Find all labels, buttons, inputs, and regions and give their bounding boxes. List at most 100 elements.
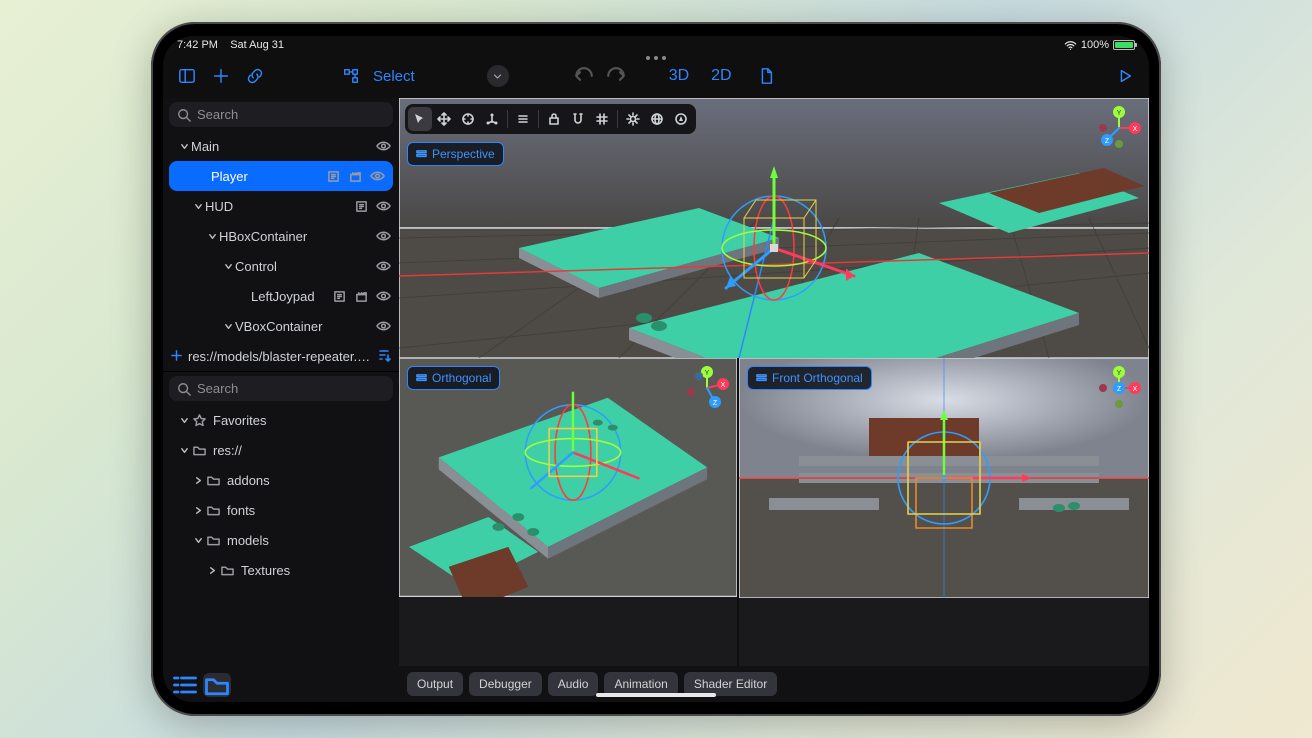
tree-item[interactable]: LeftJoypad <box>163 281 399 311</box>
chevron-down-icon[interactable] <box>177 416 191 425</box>
clapper-icon[interactable] <box>353 288 369 304</box>
viewport-bottom-right[interactable]: Front Orthogonal Y X Z <box>739 358 1149 666</box>
view-label-orthogonal[interactable]: Orthogonal <box>407 366 500 390</box>
search-placeholder: Search <box>197 381 238 396</box>
chevron-right-icon[interactable] <box>191 476 205 485</box>
fs-item[interactable]: models <box>163 525 399 555</box>
fs-item-label: res:// <box>213 443 391 458</box>
tree-item[interactable]: HBoxContainer <box>163 221 399 251</box>
eye-icon[interactable] <box>375 288 391 304</box>
eye-icon[interactable] <box>375 228 391 244</box>
script-icon[interactable] <box>331 288 347 304</box>
battery-icon <box>1113 40 1135 50</box>
globe-tool[interactable] <box>645 107 669 131</box>
home-indicator[interactable] <box>596 693 716 697</box>
redo-icon[interactable] <box>603 63 629 89</box>
undo-icon[interactable] <box>571 63 597 89</box>
mode-dropdown-icon[interactable] <box>487 65 509 87</box>
clapper-icon[interactable] <box>347 168 363 184</box>
viewport-bottom-left[interactable]: Orthogonal Y X Z <box>399 358 739 666</box>
folder-icon <box>191 442 207 458</box>
status-date: Sat Aug 31 <box>230 39 284 51</box>
lock-tool[interactable] <box>542 107 566 131</box>
tree-item[interactable]: Main <box>163 131 399 161</box>
cursor-tool[interactable] <box>408 107 432 131</box>
scale-tool[interactable] <box>480 107 504 131</box>
chevron-down-icon[interactable] <box>177 446 191 455</box>
fs-item[interactable]: Favorites <box>163 405 399 435</box>
folder-view-tab[interactable] <box>203 673 231 697</box>
list-tool[interactable] <box>511 107 535 131</box>
scene-render <box>399 98 1149 358</box>
axis-gizmo[interactable]: Y X Z <box>1097 106 1141 150</box>
scene-search-input[interactable]: Search <box>169 102 393 127</box>
multitask-dots[interactable] <box>646 56 666 60</box>
script-icon[interactable] <box>353 198 369 214</box>
tree-item[interactable]: HUD <box>163 191 399 221</box>
chevron-down-icon[interactable] <box>221 262 235 271</box>
axis-gizmo[interactable]: Y X Z <box>1097 366 1141 410</box>
resource-path-row[interactable]: res://models/blaster-repeater.… <box>163 341 399 371</box>
screen: 7:42 PM Sat Aug 31 100% Select <box>163 36 1149 702</box>
scene-render <box>739 358 1149 598</box>
mode-3d-button[interactable]: 3D <box>661 67 697 85</box>
view-label-perspective[interactable]: Perspective <box>407 142 504 166</box>
chevron-down-icon[interactable] <box>205 232 219 241</box>
fs-item[interactable]: res:// <box>163 435 399 465</box>
gear-tool[interactable] <box>669 107 693 131</box>
svg-text:X: X <box>721 382 726 389</box>
eye-icon[interactable] <box>375 318 391 334</box>
view-label-front-orthogonal[interactable]: Front Orthogonal <box>747 366 872 390</box>
play-icon[interactable] <box>1111 62 1139 90</box>
svg-text:X: X <box>1133 386 1138 393</box>
hierarchy-icon[interactable] <box>337 62 365 90</box>
folder-icon <box>219 562 235 578</box>
sort-icon[interactable] <box>377 348 391 365</box>
rotate-tool[interactable] <box>456 107 480 131</box>
chevron-right-icon[interactable] <box>191 506 205 515</box>
move-tool[interactable] <box>432 107 456 131</box>
axis-gizmo[interactable]: Y X Z <box>685 366 729 410</box>
tree-item[interactable]: Control <box>163 251 399 281</box>
fs-item[interactable]: fonts <box>163 495 399 525</box>
tree-item[interactable]: VBoxContainer <box>163 311 399 341</box>
svg-text:Z: Z <box>713 400 718 407</box>
status-time: 7:42 PM <box>177 39 218 51</box>
eye-icon[interactable] <box>375 258 391 274</box>
bottom-tab[interactable]: Audio <box>548 672 599 696</box>
viewport-top[interactable]: Perspective Y X Z <box>399 98 1149 358</box>
eye-icon[interactable] <box>369 168 385 184</box>
add-icon[interactable] <box>207 62 235 90</box>
chevron-down-icon[interactable] <box>221 322 235 331</box>
document-icon[interactable] <box>752 62 780 90</box>
bottom-tab[interactable]: Debugger <box>469 672 542 696</box>
chevron-down-icon[interactable] <box>177 142 191 151</box>
eye-icon[interactable] <box>375 138 391 154</box>
bottom-tab[interactable]: Output <box>407 672 463 696</box>
link-icon[interactable] <box>241 62 269 90</box>
fs-item[interactable]: Textures <box>163 555 399 585</box>
svg-text:Z: Z <box>1117 386 1122 393</box>
script-icon[interactable] <box>325 168 341 184</box>
snap-tool[interactable] <box>566 107 590 131</box>
panel-toggle-icon[interactable] <box>173 62 201 90</box>
fs-item[interactable]: addons <box>163 465 399 495</box>
star-icon <box>191 412 207 428</box>
chevron-down-icon[interactable] <box>191 202 205 211</box>
mode-2d-button[interactable]: 2D <box>703 67 739 85</box>
list-view-tab[interactable] <box>171 673 199 697</box>
sun-tool[interactable] <box>621 107 645 131</box>
select-mode-button[interactable]: Select <box>371 68 415 85</box>
chevron-right-icon[interactable] <box>205 566 219 575</box>
tree-item-label: HBoxContainer <box>219 229 375 244</box>
grid-tool[interactable] <box>590 107 614 131</box>
eye-icon[interactable] <box>375 198 391 214</box>
search-icon <box>177 382 191 396</box>
tree-item[interactable]: Player <box>169 161 393 191</box>
chevron-down-icon[interactable] <box>191 536 205 545</box>
filesystem-search-input[interactable]: Search <box>169 376 393 401</box>
svg-text:Y: Y <box>705 370 710 377</box>
fs-item-label: models <box>227 533 391 548</box>
filesystem-tree: Favorites res:// addonsfonts models Textures <box>163 405 399 668</box>
svg-text:X: X <box>1133 126 1138 133</box>
